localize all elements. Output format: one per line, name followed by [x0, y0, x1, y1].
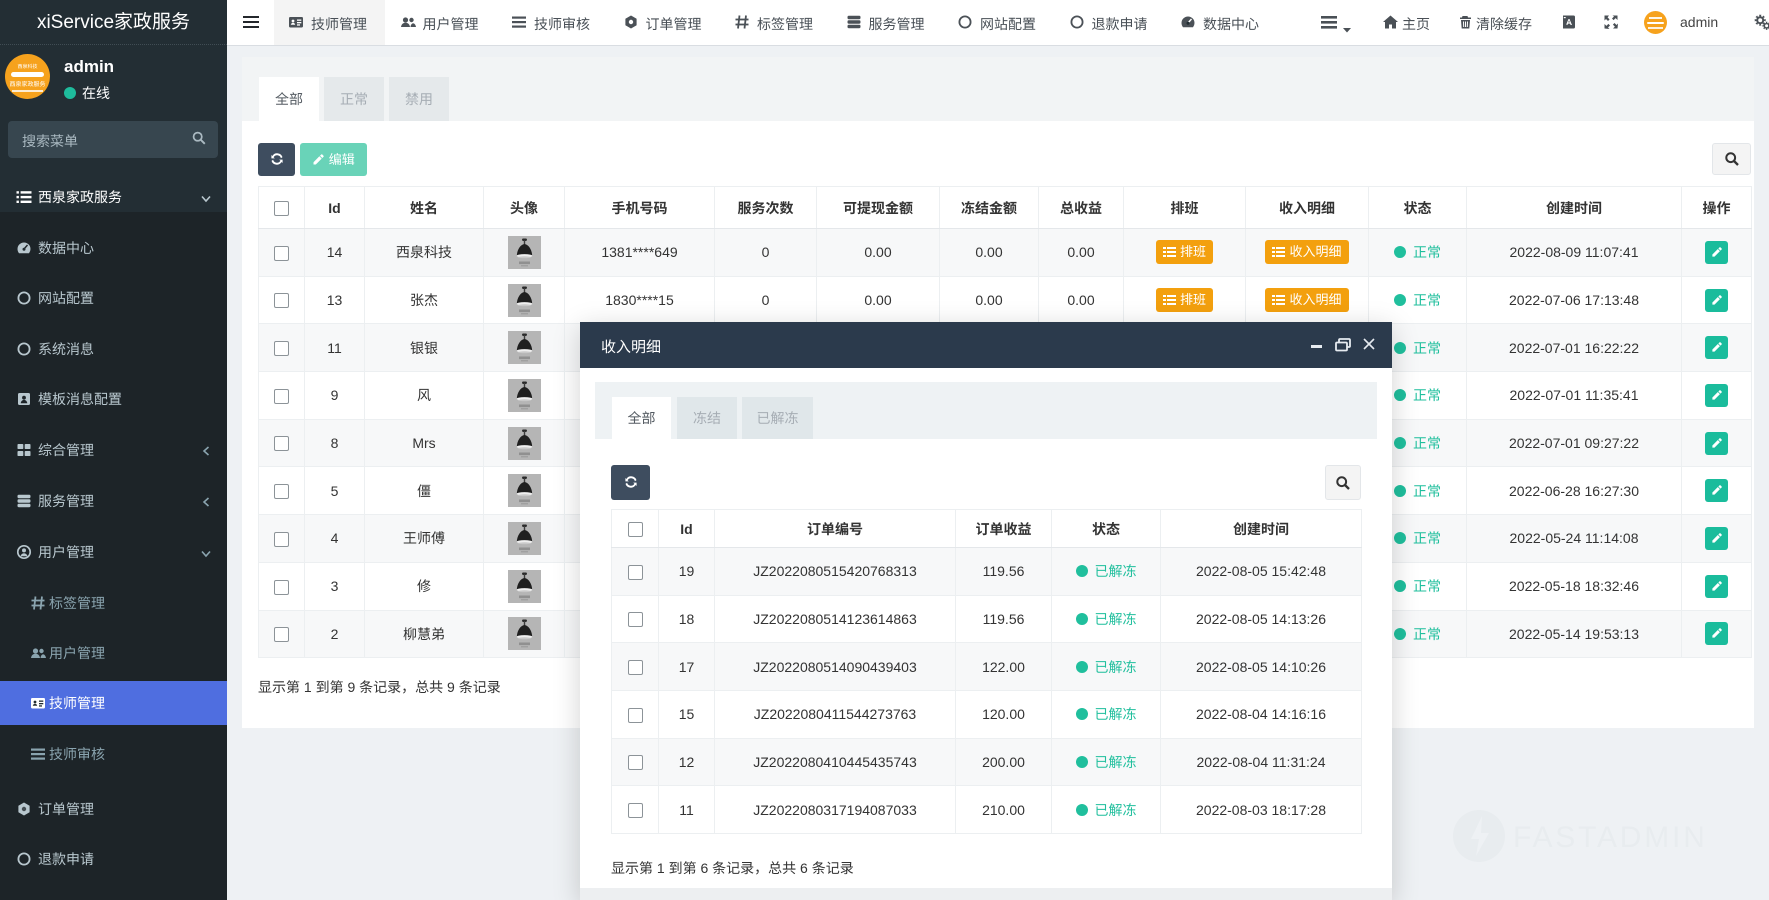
- svg-text:FASTADMIN: FASTADMIN: [1513, 821, 1708, 854]
